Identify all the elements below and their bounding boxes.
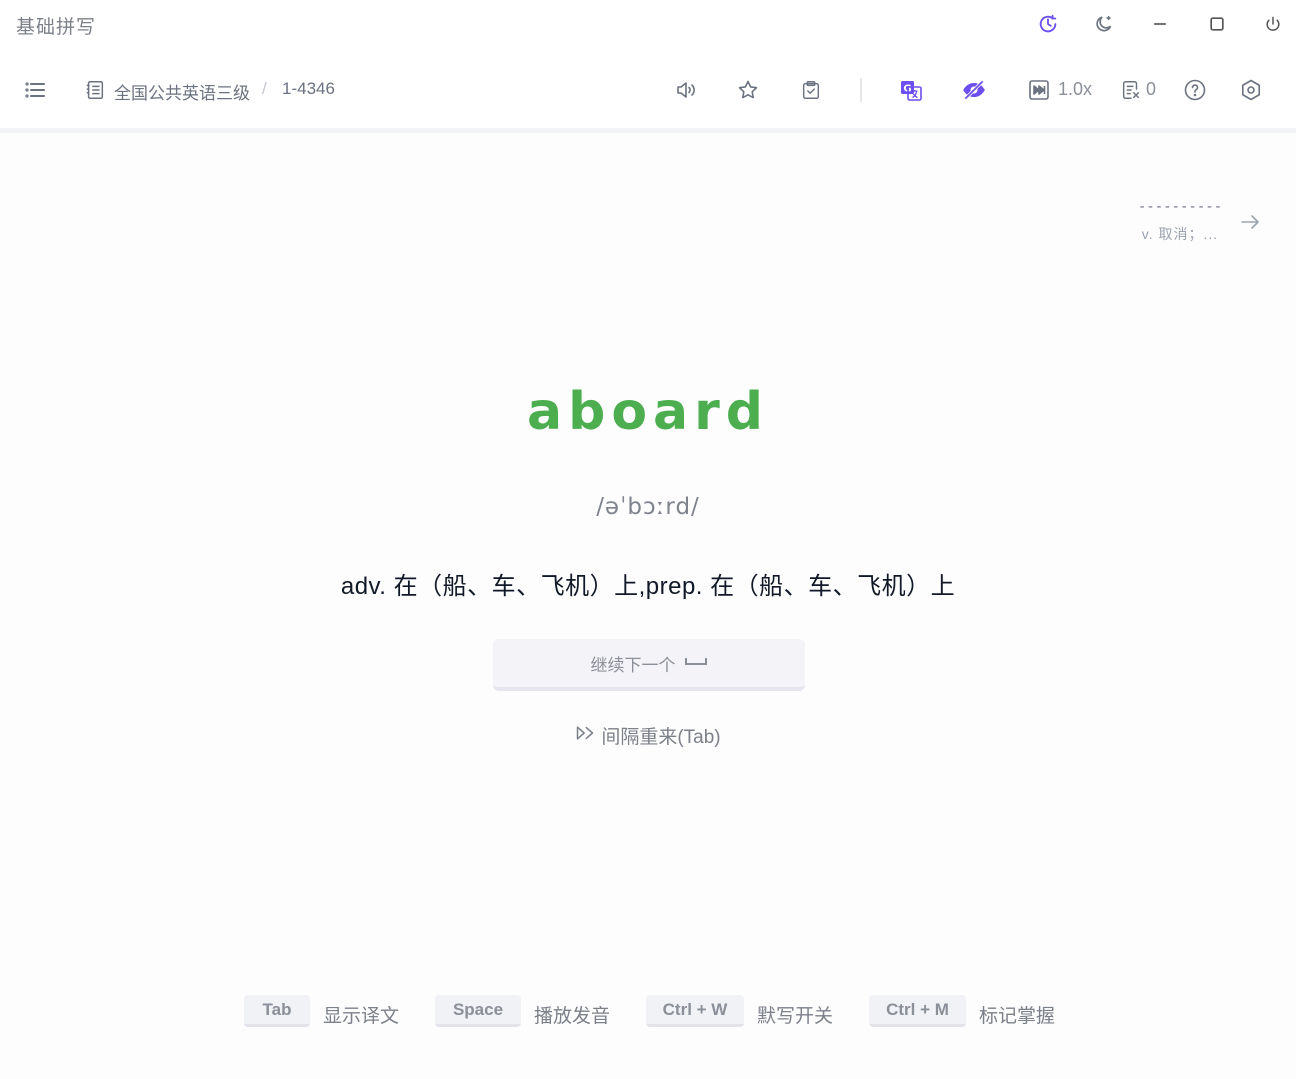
help-icon[interactable] — [1181, 76, 1209, 104]
error-count[interactable]: 0 — [1146, 79, 1156, 100]
current-word: aboard — [527, 382, 769, 442]
shortcut-key-space[interactable]: Space — [435, 995, 521, 1027]
play-speed-icon[interactable] — [1025, 76, 1053, 104]
shortcut-key-ctrl-m[interactable]: Ctrl + M — [869, 995, 966, 1027]
shortcut-label-mark-mastered: 标记掌握 — [979, 1006, 1056, 1027]
shortcut-key-ctrl-w[interactable]: Ctrl + W — [646, 995, 744, 1027]
speed-value[interactable]: 1.0x — [1058, 79, 1092, 100]
word-translation: adv. 在（船、车、飞机）上,prep. 在（船、车、飞机）上 — [340, 573, 956, 600]
title-bar: 基础拼写 — [0, 0, 1296, 50]
continue-next-label: 继续下一个 — [590, 655, 676, 675]
next-word-masked: ---------- — [1137, 199, 1223, 215]
eye-hidden-icon[interactable] — [960, 76, 988, 104]
shortcut-label-play-pronunciation: 播放发音 — [534, 1006, 611, 1027]
continue-next-button[interactable]: 继续下一个 — [493, 639, 805, 691]
retry-button[interactable]: 间隔重来(Tab) — [0, 722, 1296, 749]
dictionary-name[interactable]: 全国公共英语三级 — [114, 79, 250, 104]
retry-label: 间隔重来(Tab) — [601, 727, 721, 748]
star-icon[interactable] — [734, 76, 762, 104]
power-icon[interactable] — [1259, 10, 1287, 38]
arrow-right-icon[interactable] — [1238, 210, 1264, 236]
dictionary-icon[interactable] — [81, 76, 109, 104]
history-icon[interactable] — [1034, 10, 1062, 38]
phonetic[interactable]: /əˈbɔːrd/ — [0, 494, 1296, 520]
minimize-icon[interactable] — [1146, 10, 1174, 38]
shortcut-label-show-translation: 显示译文 — [323, 1006, 400, 1027]
next-word-preview[interactable]: ---------- v. 取消；... — [1130, 198, 1230, 244]
toolbar-divider — [860, 78, 862, 102]
app-title: 基础拼写 — [16, 17, 97, 38]
breadcrumb-separator: / — [262, 79, 267, 98]
error-book-icon[interactable] — [1117, 76, 1145, 104]
settings-icon[interactable] — [1237, 76, 1265, 104]
space-key-icon — [684, 653, 708, 673]
dark-mode-icon[interactable] — [1090, 10, 1118, 38]
fast-forward-icon — [575, 723, 595, 749]
clipboard-check-icon[interactable] — [797, 76, 825, 104]
next-word-translation: v. 取消；... — [1141, 226, 1219, 242]
chapter-selector[interactable]: 1-4346 — [282, 79, 335, 99]
maximize-icon[interactable] — [1203, 10, 1231, 38]
pronunciation-icon[interactable] — [672, 76, 700, 104]
toolbar: 全国公共英语三级 / 1-4346 G 1.0x 0 — [0, 50, 1296, 133]
shortcut-key-tab[interactable]: Tab — [244, 995, 310, 1027]
translate-icon[interactable]: G — [897, 76, 925, 104]
menu-list-icon[interactable] — [21, 76, 49, 104]
shortcut-label-dictation-toggle: 默写开关 — [757, 1006, 834, 1027]
